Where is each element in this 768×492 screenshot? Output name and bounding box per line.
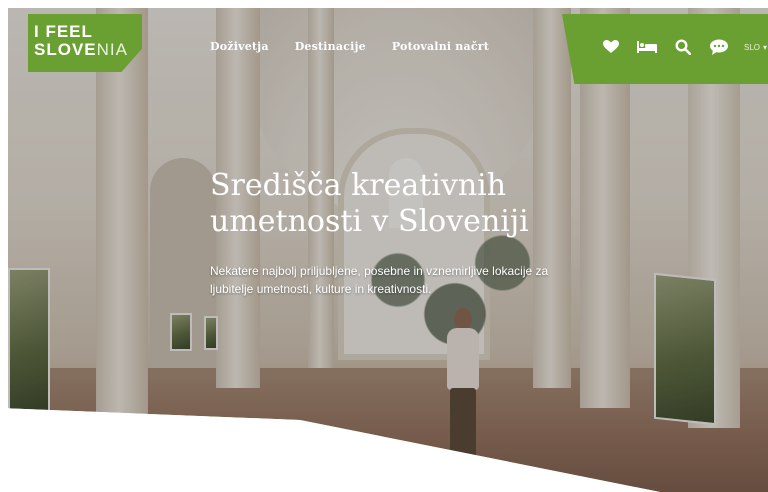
bed-icon[interactable] bbox=[636, 38, 658, 56]
chevron-down-icon: ▾ bbox=[763, 42, 768, 52]
utility-bar: SLO ▾ bbox=[562, 14, 768, 84]
logo-bold: SLOVE bbox=[34, 40, 97, 59]
hero-title: Središča kreativnih umetnosti v Slovenij… bbox=[210, 168, 529, 239]
logo-line1: I FEEL bbox=[34, 22, 93, 41]
page: I FEEL SLOVENIA Doživetja Destinacije Po… bbox=[0, 0, 768, 492]
nav-item-dozivetja[interactable]: Doživetja bbox=[210, 40, 269, 53]
search-icon[interactable] bbox=[672, 38, 694, 56]
nav-item-destinacije[interactable]: Destinacije bbox=[295, 40, 366, 53]
heart-icon[interactable] bbox=[600, 38, 622, 56]
hero-subtitle: Nekatere najbolj priljubljene, posebne i… bbox=[210, 264, 549, 296]
chat-icon[interactable] bbox=[708, 38, 730, 56]
utility-icons: SLO ▾ bbox=[600, 38, 767, 56]
logo-line2: SLOVENIA bbox=[34, 41, 128, 58]
language-label: SLO bbox=[744, 42, 761, 52]
nav-item-potovalni-nacrt[interactable]: Potovalni načrt bbox=[392, 40, 489, 53]
logo-link[interactable]: I FEEL SLOVENIA bbox=[28, 14, 142, 72]
language-selector[interactable]: SLO ▾ bbox=[744, 43, 767, 52]
main-nav: Doživetja Destinacije Potovalni načrt bbox=[210, 40, 489, 53]
logo-light: NIA bbox=[96, 40, 128, 59]
